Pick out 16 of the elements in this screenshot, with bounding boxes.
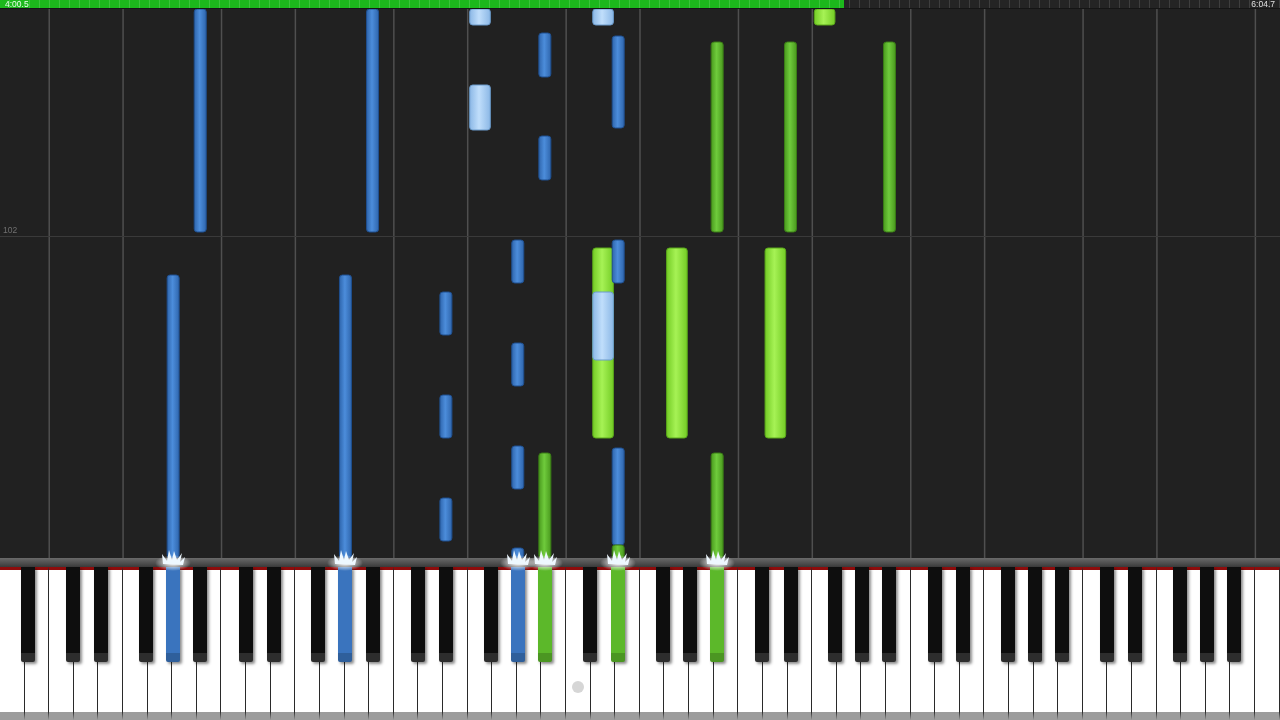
total-time: 6:04.7	[1251, 0, 1275, 9]
note-bar	[439, 497, 453, 542]
note-bar	[439, 291, 453, 336]
note-bar	[469, 9, 491, 26]
progress-track[interactable]: 4:00.5 6:04.7	[0, 0, 1280, 9]
note-bar	[439, 394, 453, 439]
note-bar	[592, 9, 614, 26]
elapsed-time: 4:00.5	[5, 0, 29, 9]
note-bar	[511, 445, 525, 490]
note-bar	[538, 135, 552, 181]
note-bar	[511, 342, 525, 387]
measure-number: 102	[3, 226, 18, 235]
note-bar	[469, 84, 491, 131]
note-bar	[813, 9, 836, 26]
note-bar	[538, 32, 552, 78]
note-bar	[511, 239, 525, 284]
